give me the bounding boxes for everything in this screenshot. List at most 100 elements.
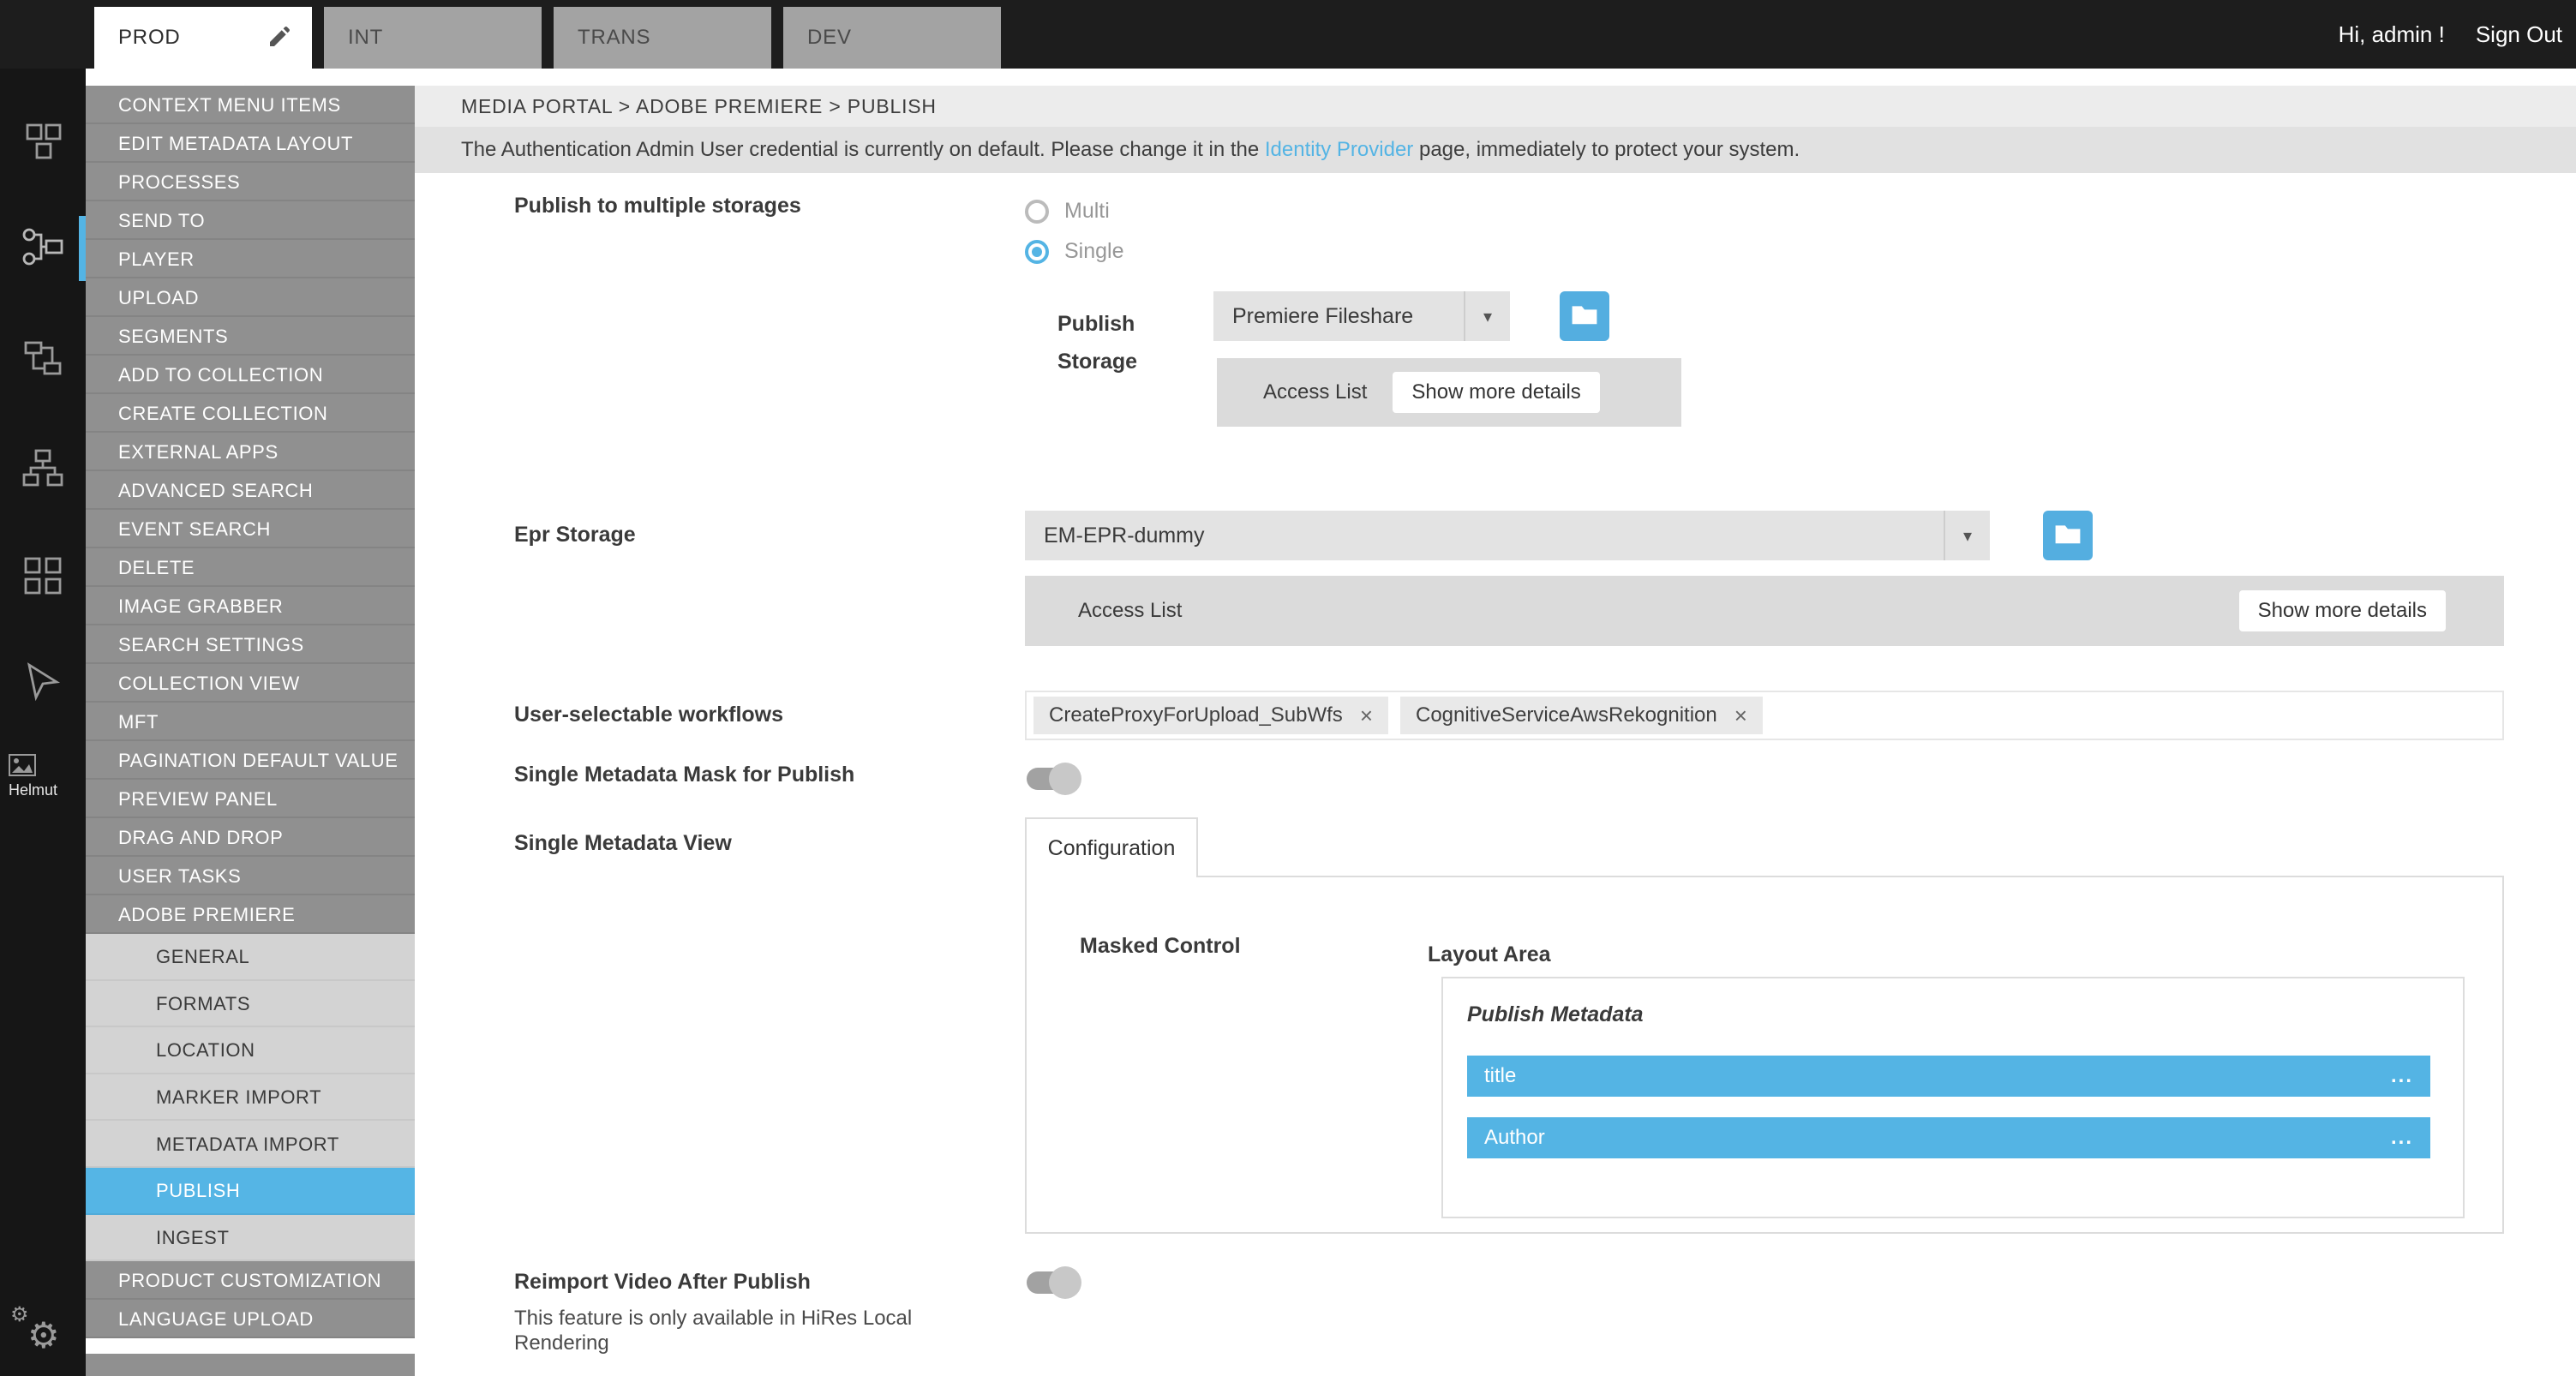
show-more-details-button[interactable]: Show more details — [2239, 590, 2446, 631]
sidebar-item[interactable]: UPLOAD — [86, 278, 415, 317]
environment-tab-label: TRANS — [578, 26, 650, 50]
sidebar-subitem[interactable]: FORMATS — [86, 981, 415, 1028]
epr-storage-select[interactable]: EM-EPR-dummy ▾ — [1025, 511, 1990, 560]
sidebar-item[interactable]: LANGUAGE UPLOAD — [86, 1300, 415, 1338]
small-gear-glyph: ⚙ — [10, 1304, 29, 1325]
sidebar-item-label: IMAGE GRABBER — [118, 595, 283, 618]
browse-epr-storage-button[interactable] — [2043, 511, 2093, 560]
workflows-tags-field[interactable]: CreateProxyForUpload_SubWfs × CognitiveS… — [1025, 691, 2504, 740]
sidebar-item-label: USER TASKS — [118, 865, 241, 888]
radio-icon — [1025, 240, 1049, 264]
publish-storage-access-box: Access List Show more details — [1217, 358, 1681, 427]
sidebar-item[interactable]: PROCESSES — [86, 163, 415, 201]
layout-area-label: Layout Area — [1428, 942, 1551, 967]
metadata-field-bar[interactable]: Author ... — [1467, 1117, 2430, 1158]
publish-settings-form: Publish to multiple storages Multi Singl… — [415, 173, 2576, 1376]
sidebar-subitem[interactable]: MARKER IMPORT — [86, 1074, 415, 1122]
sidebar-item[interactable]: DRAG AND DROP — [86, 818, 415, 857]
sidebar-item[interactable]: PRODUCT CUSTOMIZATION — [86, 1261, 415, 1300]
sidebar-subitem[interactable]: INGEST — [86, 1215, 415, 1262]
sidebar-item[interactable]: SEGMENTS — [86, 317, 415, 356]
environment-tabs: PROD INT TRANS — [94, 7, 1001, 69]
environment-tab[interactable]: TRANS — [554, 7, 771, 69]
sidebar-item-label: ADD TO COLLECTION — [118, 364, 323, 386]
tab-configuration[interactable]: Configuration — [1025, 817, 1198, 877]
ellipsis-icon[interactable]: ... — [2391, 1126, 2413, 1150]
sidebar-item-label: EDIT METADATA LAYOUT — [118, 133, 353, 155]
storage-mode-radio-group: Multi Single — [1025, 199, 1124, 264]
sidebar-main-items: CONTEXT MENU ITEMS EDIT METADATA LAYOUT … — [86, 86, 415, 934]
environment-tab[interactable]: INT — [324, 7, 542, 69]
settings-gear-icon[interactable]: ⚙ ⚙ — [10, 1304, 79, 1362]
warning-text-before: The Authentication Admin User credential… — [461, 138, 1265, 161]
publish-storage-value: Premiere Fileshare — [1213, 291, 1464, 341]
sidebar-item[interactable]: PAGINATION DEFAULT VALUE — [86, 741, 415, 780]
sidebar-item[interactable]: IMAGE GRABBER — [86, 587, 415, 625]
metadata-field-bar[interactable]: title ... — [1467, 1056, 2430, 1097]
sidebar-item-label: UPLOAD — [118, 287, 199, 309]
sidebar-bottom-items: PRODUCT CUSTOMIZATION LANGUAGE UPLOAD — [86, 1261, 415, 1338]
single-mask-toggle[interactable] — [1027, 768, 1078, 790]
sidebar-item[interactable]: EVENT SEARCH — [86, 510, 415, 548]
sidebar-item-partial[interactable] — [86, 1354, 415, 1376]
sidebar-item[interactable]: CONTEXT MENU ITEMS — [86, 86, 415, 124]
user-area: Hi, admin ! Sign Out — [2339, 0, 2562, 69]
epr-storage-access-bar: Access List Show more details — [1025, 576, 2504, 646]
environment-tab[interactable]: PROD — [94, 7, 312, 69]
single-view-label: Single Metadata View — [514, 831, 732, 856]
apps-grid-icon[interactable] — [21, 553, 65, 598]
sidebar-item[interactable]: COLLECTION VIEW — [86, 664, 415, 703]
sidebar-item[interactable]: PLAYER — [86, 240, 415, 278]
helmut-label: Helmut — [9, 781, 57, 799]
access-list-label: Access List — [1078, 599, 1182, 623]
layout-area-box: Publish Metadata title ... Author ... — [1441, 977, 2465, 1218]
sidebar-subitem[interactable]: METADATA IMPORT — [86, 1121, 415, 1168]
sidebar-item[interactable]: DELETE — [86, 548, 415, 587]
sidebar-item[interactable]: USER TASKS — [86, 857, 415, 895]
sidebar-subitem[interactable]: LOCATION — [86, 1027, 415, 1074]
sign-out-link[interactable]: Sign Out — [2476, 21, 2562, 48]
reimport-toggle[interactable] — [1027, 1271, 1078, 1294]
sidebar-item-label: PREVIEW PANEL — [118, 788, 278, 811]
radio-label: Single — [1064, 239, 1124, 264]
sidebar-item[interactable]: SEARCH SETTINGS — [86, 625, 415, 664]
warning-text-after: page, immediately to protect your system… — [1413, 138, 1800, 161]
reimport-note: This feature is only available in HiRes … — [514, 1306, 922, 1355]
remove-tag-icon[interactable]: × — [1360, 704, 1373, 727]
warning-banner: The Authentication Admin User credential… — [415, 127, 2576, 173]
sidebar-item-label: PROCESSES — [118, 171, 240, 194]
environment-tab-label: DEV — [807, 26, 852, 50]
sidebar-item[interactable]: SEND TO — [86, 201, 415, 240]
broken-image-icon[interactable]: Helmut — [9, 754, 57, 799]
icon-rail: Helmut ⚙ ⚙ CP — [0, 0, 86, 1376]
workflow-icon[interactable] — [21, 224, 65, 269]
sidebar-subitem[interactable]: PUBLISH — [86, 1168, 415, 1215]
sidebar-gap — [86, 69, 415, 86]
sidebar-item[interactable]: EDIT METADATA LAYOUT — [86, 124, 415, 163]
sidebar-item[interactable]: MFT — [86, 703, 415, 741]
sidebar-item-label: DRAG AND DROP — [118, 827, 283, 849]
vector-pointer-icon[interactable] — [21, 660, 65, 704]
hierarchy-icon[interactable] — [21, 446, 65, 490]
sidebar-item-label: PAGINATION DEFAULT VALUE — [118, 750, 398, 772]
radio-option[interactable]: Multi — [1025, 199, 1124, 224]
chevron-down-icon: ▾ — [1464, 291, 1510, 341]
remove-tag-icon[interactable]: × — [1734, 704, 1747, 727]
browse-publish-storage-button[interactable] — [1560, 291, 1609, 341]
sidebar-item[interactable]: EXTERNAL APPS — [86, 433, 415, 471]
sidebar-item[interactable]: CREATE COLLECTION — [86, 394, 415, 433]
sidebar-item[interactable]: ADD TO COLLECTION — [86, 356, 415, 394]
ellipsis-icon[interactable]: ... — [2391, 1064, 2413, 1088]
greeting-text: Hi, admin ! — [2339, 21, 2445, 48]
show-more-details-button[interactable]: Show more details — [1393, 372, 1599, 413]
process-flow-icon[interactable] — [21, 336, 65, 380]
sidebar-item[interactable]: ADVANCED SEARCH — [86, 471, 415, 510]
packages-icon[interactable] — [21, 118, 65, 163]
sidebar-item[interactable]: PREVIEW PANEL — [86, 780, 415, 818]
identity-provider-link[interactable]: Identity Provider — [1265, 138, 1413, 161]
environment-tab[interactable]: DEV — [783, 7, 1001, 69]
radio-option[interactable]: Single — [1025, 239, 1124, 264]
publish-storage-select[interactable]: Premiere Fileshare ▾ — [1213, 291, 1510, 341]
sidebar-subitem[interactable]: GENERAL — [86, 934, 415, 981]
sidebar-item[interactable]: ADOBE PREMIERE — [86, 895, 415, 934]
